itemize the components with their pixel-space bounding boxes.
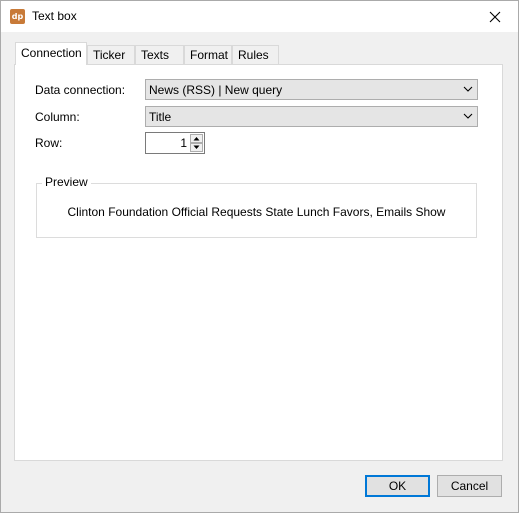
ok-button[interactable]: OK [365, 475, 430, 497]
title-bar: dp Text box [1, 1, 518, 32]
window-title: Text box [32, 9, 77, 23]
row-increment-button[interactable] [190, 134, 203, 143]
tab-ticker[interactable]: Ticker [87, 45, 135, 64]
data-connection-value: News (RSS) | New query [149, 83, 283, 97]
row-label: Row: [35, 136, 63, 150]
close-button[interactable] [472, 1, 518, 32]
preview-group: Preview Clinton Foundation Official Requ… [36, 175, 477, 238]
chevron-down-icon [463, 113, 473, 119]
close-icon [489, 11, 501, 22]
text-box-dialog: dp Text box Connection Ticker Texts Form… [0, 0, 519, 513]
tab-connection[interactable]: Connection [15, 42, 87, 65]
column-value: Title [149, 110, 172, 124]
arrow-down-icon [193, 145, 200, 149]
row-decrement-button[interactable] [190, 143, 203, 152]
app-logo-icon: dp [10, 9, 25, 24]
tab-format[interactable]: Format [184, 45, 232, 64]
column-select[interactable]: Title [145, 106, 478, 127]
chevron-down-icon [463, 86, 473, 92]
cancel-button[interactable]: Cancel [437, 475, 502, 497]
arrow-up-icon [193, 137, 200, 141]
data-connection-select[interactable]: News (RSS) | New query [145, 79, 478, 100]
data-connection-label: Data connection: [35, 83, 126, 97]
preview-text: Clinton Foundation Official Requests Sta… [67, 205, 446, 219]
preview-title: Preview [42, 175, 91, 189]
connection-panel: Data connection: News (RSS) | New query … [14, 64, 503, 461]
row-value: 1 [180, 136, 187, 150]
tab-rules[interactable]: Rules [232, 45, 279, 64]
tab-texts[interactable]: Texts [135, 45, 184, 64]
row-stepper[interactable]: 1 [145, 132, 205, 154]
column-label: Column: [35, 110, 80, 124]
